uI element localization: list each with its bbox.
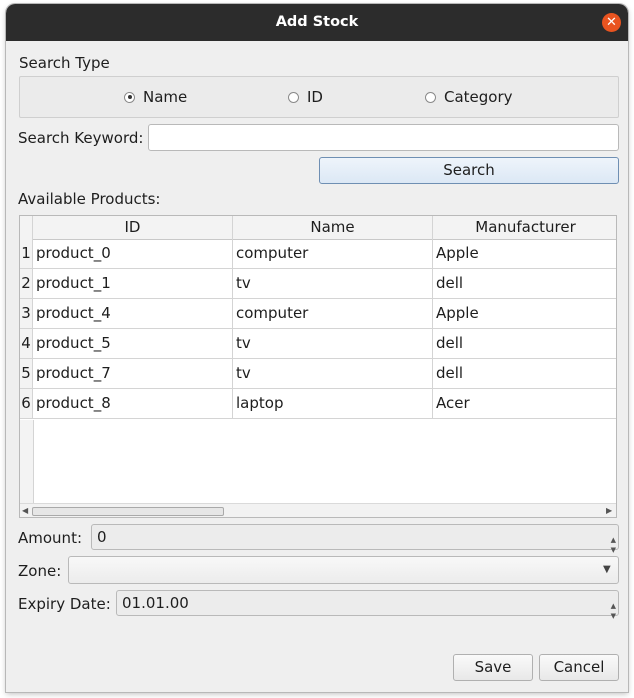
zone-combobox[interactable]: ▼ (68, 556, 619, 584)
window-title: Add Stock (275, 14, 359, 30)
add-stock-dialog: Add Stock ✕ Search Type Name ID Category… (6, 4, 628, 692)
column-header-name[interactable]: Name (233, 216, 433, 239)
row-number: 1 (20, 239, 33, 268)
table-row[interactable]: 4 product_5 tv dell (20, 329, 616, 359)
scroll-left-icon[interactable]: ◀ (22, 506, 28, 515)
radio-unselected-icon (288, 91, 299, 103)
chevron-down-icon: ▼ (603, 564, 611, 575)
cell-id: product_7 (33, 359, 233, 388)
search-keyword-label: Search Keyword: (18, 129, 144, 147)
cell-name: computer (233, 299, 433, 328)
row-number: 2 (20, 269, 33, 298)
available-products-label: Available Products: (18, 190, 161, 208)
amount-value: 0 (97, 528, 107, 546)
column-header-manufacturer[interactable]: Manufacturer (433, 216, 616, 239)
radio-selected-icon (124, 91, 135, 103)
horizontal-scrollbar[interactable]: ◀ ▶ (20, 503, 616, 517)
amount-spinbox[interactable]: 0 ▲ ▼ (91, 524, 619, 554)
cell-manufacturer: dell (436, 364, 464, 382)
table-row[interactable]: 5 product_7 tv dell (20, 359, 616, 389)
title-bar: Add Stock ✕ (6, 4, 628, 41)
radio-category[interactable]: Category (425, 88, 513, 106)
radio-category-label: Category (444, 88, 513, 106)
amount-label: Amount: (18, 529, 82, 547)
cell-id: product_0 (33, 239, 233, 268)
cell-name: tv (233, 359, 433, 388)
row-number: 5 (20, 359, 33, 388)
corner-header (20, 216, 33, 239)
radio-id-label: ID (307, 88, 323, 106)
expiry-date-edit[interactable]: 01.01.00 ▲ ▼ (116, 590, 619, 620)
cell-name: tv (233, 269, 433, 298)
cell-manufacturer: Apple (436, 304, 479, 322)
save-button[interactable]: Save (453, 654, 533, 681)
radio-unselected-icon (425, 91, 436, 103)
table-header: ID Name Manufacturer (20, 216, 616, 240)
scrollbar-thumb[interactable] (32, 507, 224, 516)
radio-id[interactable]: ID (288, 88, 323, 106)
search-type-label: Search Type (19, 54, 110, 72)
cell-manufacturer: Acer (436, 394, 470, 412)
row-number: 3 (20, 299, 33, 328)
column-header-id[interactable]: ID (33, 216, 233, 239)
row-number: 6 (20, 389, 33, 418)
table-row[interactable]: 1 product_0 computer Apple (20, 239, 616, 269)
cell-name: tv (233, 329, 433, 358)
search-button[interactable]: Search (319, 157, 619, 184)
table-row[interactable]: 2 product_1 tv dell (20, 269, 616, 299)
expiry-date-label: Expiry Date: (18, 595, 111, 613)
cell-name: computer (233, 239, 433, 268)
table-row[interactable]: 3 product_4 computer Apple (20, 299, 616, 329)
search-keyword-input[interactable] (148, 124, 619, 151)
cell-manufacturer: dell (436, 274, 464, 292)
cell-id: product_8 (33, 389, 233, 418)
zone-label: Zone: (18, 562, 62, 580)
cancel-button[interactable]: Cancel (539, 654, 619, 681)
scroll-right-icon[interactable]: ▶ (606, 506, 612, 515)
radio-name[interactable]: Name (124, 88, 187, 106)
cell-manufacturer: Apple (436, 244, 479, 262)
cell-id: product_4 (33, 299, 233, 328)
cell-id: product_5 (33, 329, 233, 358)
cell-id: product_1 (33, 269, 233, 298)
cell-name: laptop (233, 389, 433, 418)
table-row[interactable]: 6 product_8 laptop Acer (20, 389, 616, 419)
close-icon[interactable]: ✕ (602, 13, 621, 32)
row-header-empty (20, 420, 34, 504)
products-table: ID Name Manufacturer 1 product_0 compute… (19, 215, 617, 518)
expiry-date-value: 01.01.00 (122, 594, 189, 612)
radio-name-label: Name (143, 88, 188, 106)
cell-manufacturer: dell (436, 334, 464, 352)
row-number: 4 (20, 329, 33, 358)
spin-down-icon[interactable]: ▼ (611, 604, 616, 628)
